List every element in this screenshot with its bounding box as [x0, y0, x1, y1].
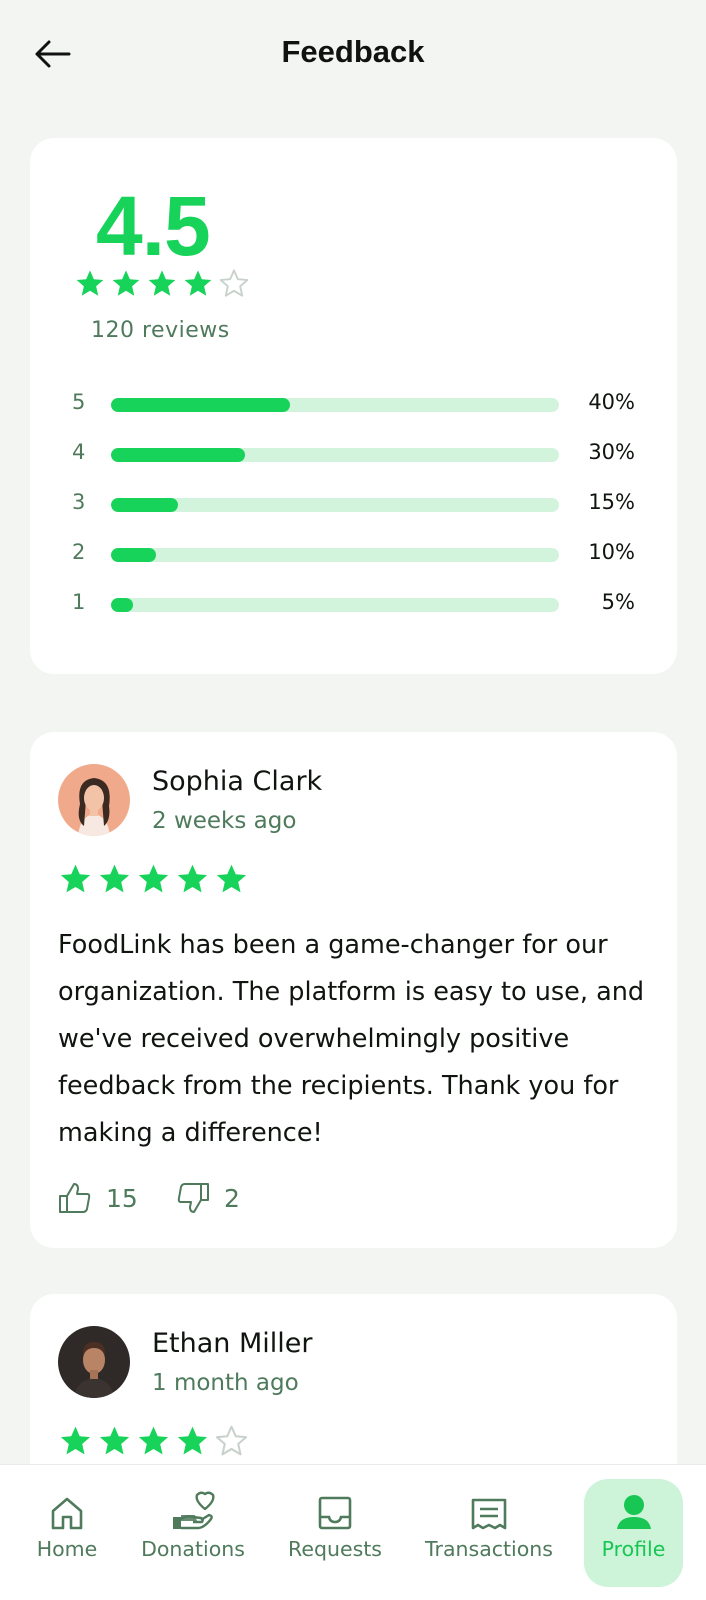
star-empty-icon — [219, 269, 249, 297]
rating-distribution-row: 4 30% — [30, 440, 677, 470]
distribution-label: 5 — [72, 390, 86, 414]
nav-item-donations[interactable]: Donations — [134, 1483, 252, 1591]
review-text: FoodLink has been a game-changer for our… — [58, 930, 645, 1148]
distribution-percent: 5% — [601, 590, 635, 614]
nav-label: Donations — [141, 1537, 245, 1561]
distribution-bar-fill — [111, 598, 134, 612]
distribution-label: 2 — [72, 540, 86, 564]
home-icon — [51, 1497, 83, 1530]
app-header: Feedback — [0, 0, 706, 108]
distribution-percent: 40% — [588, 390, 635, 414]
nav-item-requests[interactable]: Requests — [280, 1483, 390, 1591]
distribution-bar-fill — [111, 398, 291, 412]
star-filled-icon — [184, 270, 212, 296]
star-filled-icon — [138, 864, 169, 893]
distribution-bar-fill — [111, 548, 156, 562]
average-rating: 4.5 — [96, 179, 211, 273]
review-count: 120 reviews — [91, 318, 230, 343]
rating-distribution-row: 5 40% — [30, 390, 677, 420]
distribution-label: 4 — [72, 440, 86, 464]
page-title: Feedback — [281, 34, 425, 69]
user-icon — [616, 1495, 651, 1529]
star-filled-icon — [112, 270, 140, 296]
like-count: 15 — [106, 1183, 138, 1213]
distribution-bar-track — [111, 598, 559, 612]
nav-label: Home — [36, 1537, 98, 1561]
rating-summary-card: 4.5 120 reviews 5 40% 4 30% 3 15% 2 10% … — [30, 138, 677, 674]
distribution-bar-fill — [111, 448, 246, 462]
reviewer-name: Sophia Clark — [152, 766, 323, 797]
distribution-bar-track — [111, 548, 559, 562]
review-stars — [58, 862, 249, 897]
nav-label: Profile — [601, 1537, 666, 1561]
avatar — [58, 1326, 130, 1398]
nav-item-profile[interactable]: Profile — [584, 1479, 683, 1587]
dislike-count: 2 — [224, 1183, 240, 1213]
nav-label: Transactions — [425, 1537, 553, 1561]
rating-distribution-row: 2 10% — [30, 540, 677, 570]
star-filled-icon — [148, 270, 176, 296]
star-filled-icon — [177, 864, 208, 893]
star-empty-icon — [215, 1425, 248, 1456]
donations-icon — [173, 1491, 215, 1530]
thumbs-down-icon — [177, 1183, 209, 1213]
rating-distribution-row: 1 5% — [30, 590, 677, 620]
distribution-bar-fill — [111, 498, 179, 512]
distribution-bar-track — [111, 448, 559, 462]
distribution-percent: 10% — [588, 540, 635, 564]
distribution-percent: 30% — [588, 440, 635, 464]
distribution-label: 1 — [72, 590, 86, 614]
star-filled-icon — [177, 1426, 208, 1455]
nav-label: Requests — [288, 1537, 382, 1561]
avatar — [58, 764, 130, 836]
distribution-bar-track — [111, 398, 559, 412]
summary-stars — [74, 268, 250, 300]
review-time: 1 month ago — [152, 1370, 299, 1396]
review-card: Sophia Clark 2 weeks ago FoodLink has be… — [30, 732, 677, 1248]
like-button[interactable]: 15 — [58, 1178, 138, 1218]
review-time: 2 weeks ago — [152, 808, 297, 834]
star-filled-icon — [138, 1426, 169, 1455]
review-stars — [58, 1424, 249, 1459]
bottom-navigation: Home Donations Requests Transactions Pro… — [0, 1464, 706, 1600]
reviewer-name: Ethan Miller — [152, 1328, 313, 1359]
distribution-percent: 15% — [588, 490, 635, 514]
receipt-icon — [471, 1498, 507, 1530]
nav-item-transactions[interactable]: Transactions — [416, 1483, 562, 1591]
dislike-button[interactable]: 2 — [176, 1178, 240, 1218]
star-filled-icon — [60, 864, 91, 893]
star-filled-icon — [99, 1426, 130, 1455]
nav-item-home[interactable]: Home — [30, 1483, 104, 1591]
inbox-icon — [318, 1496, 352, 1530]
star-filled-icon — [60, 1426, 91, 1455]
distribution-label: 3 — [72, 490, 86, 514]
rating-distribution-row: 3 15% — [30, 490, 677, 520]
star-filled-icon — [99, 864, 130, 893]
distribution-bar-track — [111, 498, 559, 512]
thumbs-up-icon — [59, 1183, 91, 1213]
star-filled-icon — [216, 864, 247, 893]
star-filled-icon — [76, 270, 104, 296]
